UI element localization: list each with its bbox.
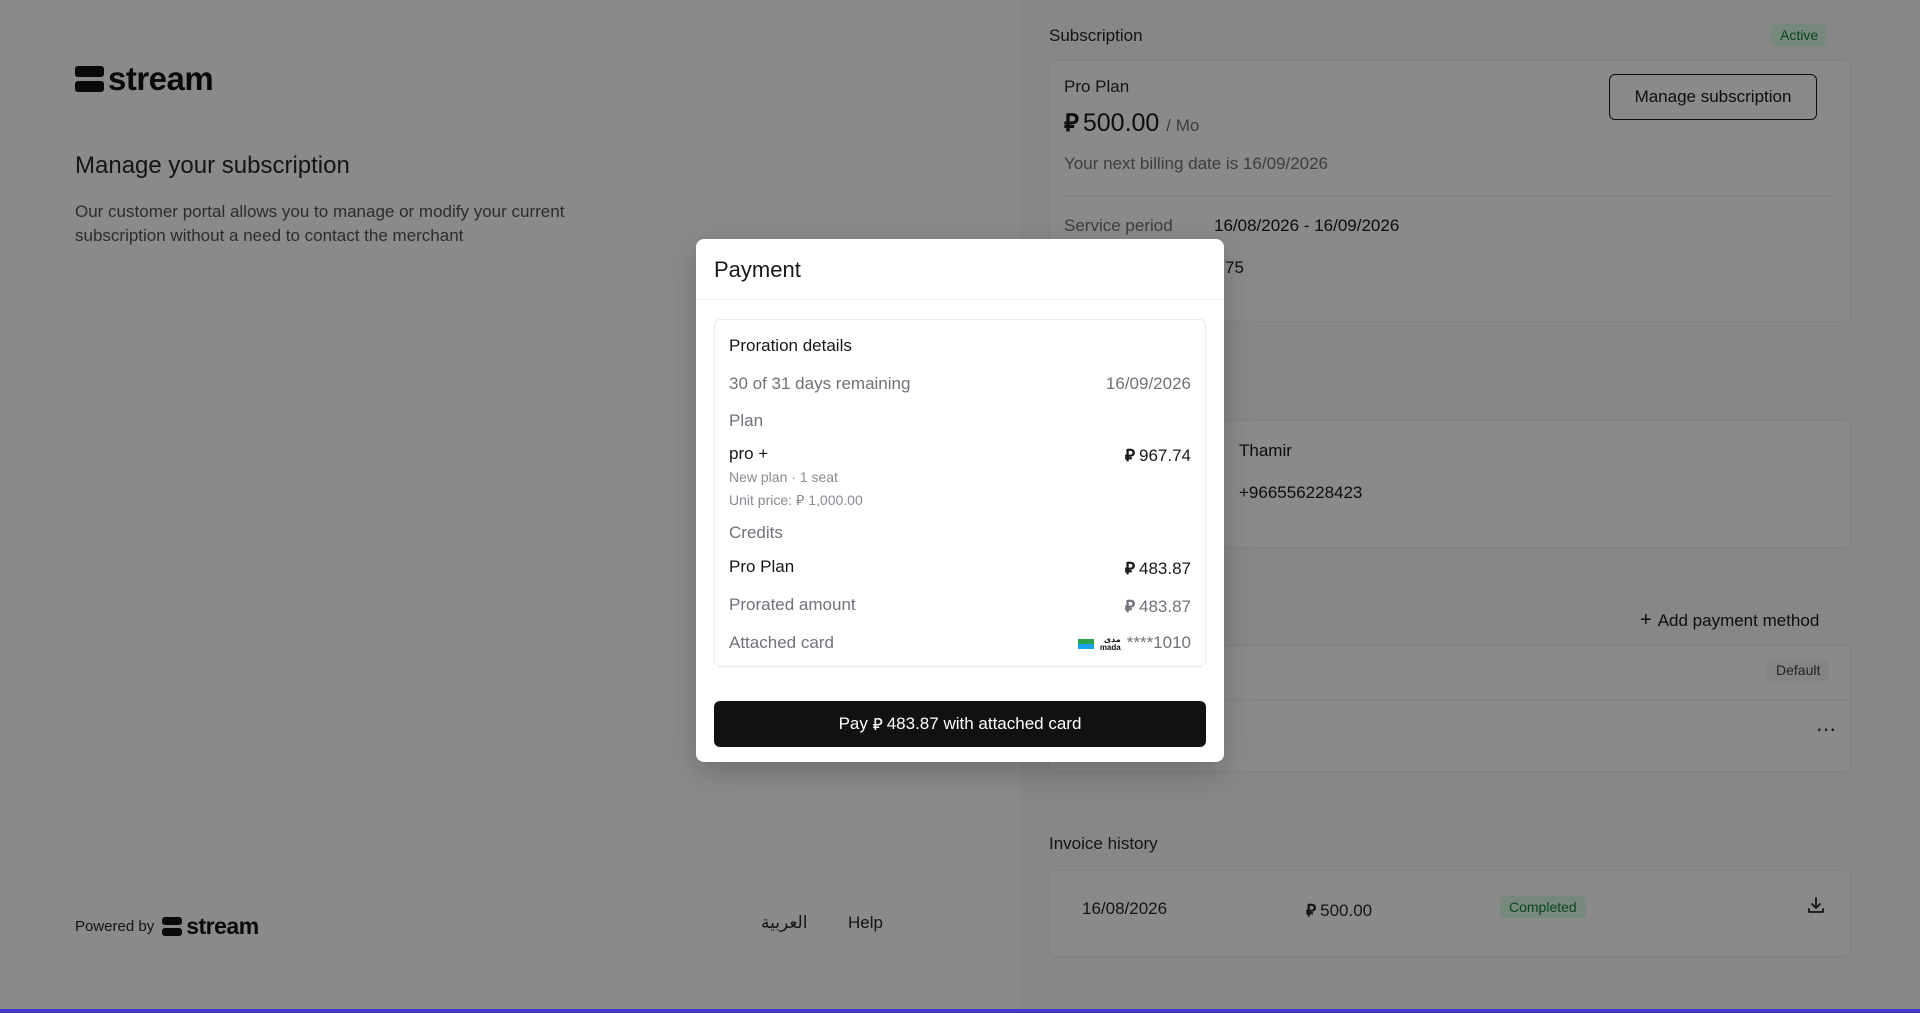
- credits-section-label: Credits: [729, 523, 783, 542]
- unit-price-label: Unit price:: [729, 492, 793, 508]
- new-plan-name: pro +: [729, 444, 769, 463]
- window-bottom-bar: [0, 1009, 1920, 1013]
- unit-price-value: 1,000.00: [808, 492, 863, 508]
- days-remaining: 30 of 31 days remaining: [729, 374, 911, 393]
- currency-icon: ⃁: [1124, 597, 1135, 616]
- credit-plan-name: Pro Plan: [729, 557, 795, 576]
- pay-button[interactable]: Pay ⃁ 483.87 with attached card: [714, 701, 1206, 747]
- mada-logo-text: mada: [1099, 642, 1121, 652]
- payment-modal: Payment Proration details 30 of 31 days …: [696, 239, 1224, 762]
- mada-card-logo: مدى mada: [1099, 635, 1121, 652]
- new-plan-amount: ⃁ 967.74: [1125, 444, 1191, 466]
- modal-divider: [696, 299, 1224, 300]
- plan-section-label: Plan: [729, 411, 764, 430]
- new-plan-meta: New plan · 1 seat: [729, 469, 838, 485]
- currency-icon: ⃁: [872, 715, 883, 734]
- modal-title: Payment: [714, 257, 801, 282]
- mada-card-icon: [1077, 638, 1094, 649]
- proration-end-date: 16/09/2026: [1105, 374, 1191, 393]
- currency-icon: ⃁: [1124, 446, 1135, 465]
- prorated-amount-value: 483.87: [1139, 597, 1191, 616]
- attached-card-label: Attached card: [729, 633, 834, 652]
- attached-card-value: مدى mada ****1010: [1077, 633, 1191, 653]
- prorated-amount: ⃁ 483.87: [1125, 595, 1191, 617]
- pay-button-amount: 483.87: [886, 714, 939, 733]
- page: stream Manage your subscription Our cust…: [0, 0, 1920, 1013]
- prorated-amount-label: Prorated amount: [729, 595, 856, 614]
- currency-icon: ⃁: [795, 492, 805, 508]
- pay-button-prefix: Pay: [838, 714, 868, 733]
- proration-details-box: Proration details 30 of 31 days remainin…: [714, 319, 1206, 667]
- currency-icon: ⃁: [1124, 559, 1135, 578]
- unit-price: Unit price: ⃁ 1,000.00: [729, 491, 863, 509]
- pay-button-suffix: with attached card: [943, 714, 1082, 733]
- proration-details-title: Proration details: [729, 336, 852, 355]
- card-masked-number: ****1010: [1126, 633, 1191, 652]
- credit-amount-value: 483.87: [1139, 559, 1191, 578]
- credit-amount: ⃁ 483.87: [1125, 557, 1191, 579]
- new-plan-amount-value: 967.74: [1139, 446, 1191, 465]
